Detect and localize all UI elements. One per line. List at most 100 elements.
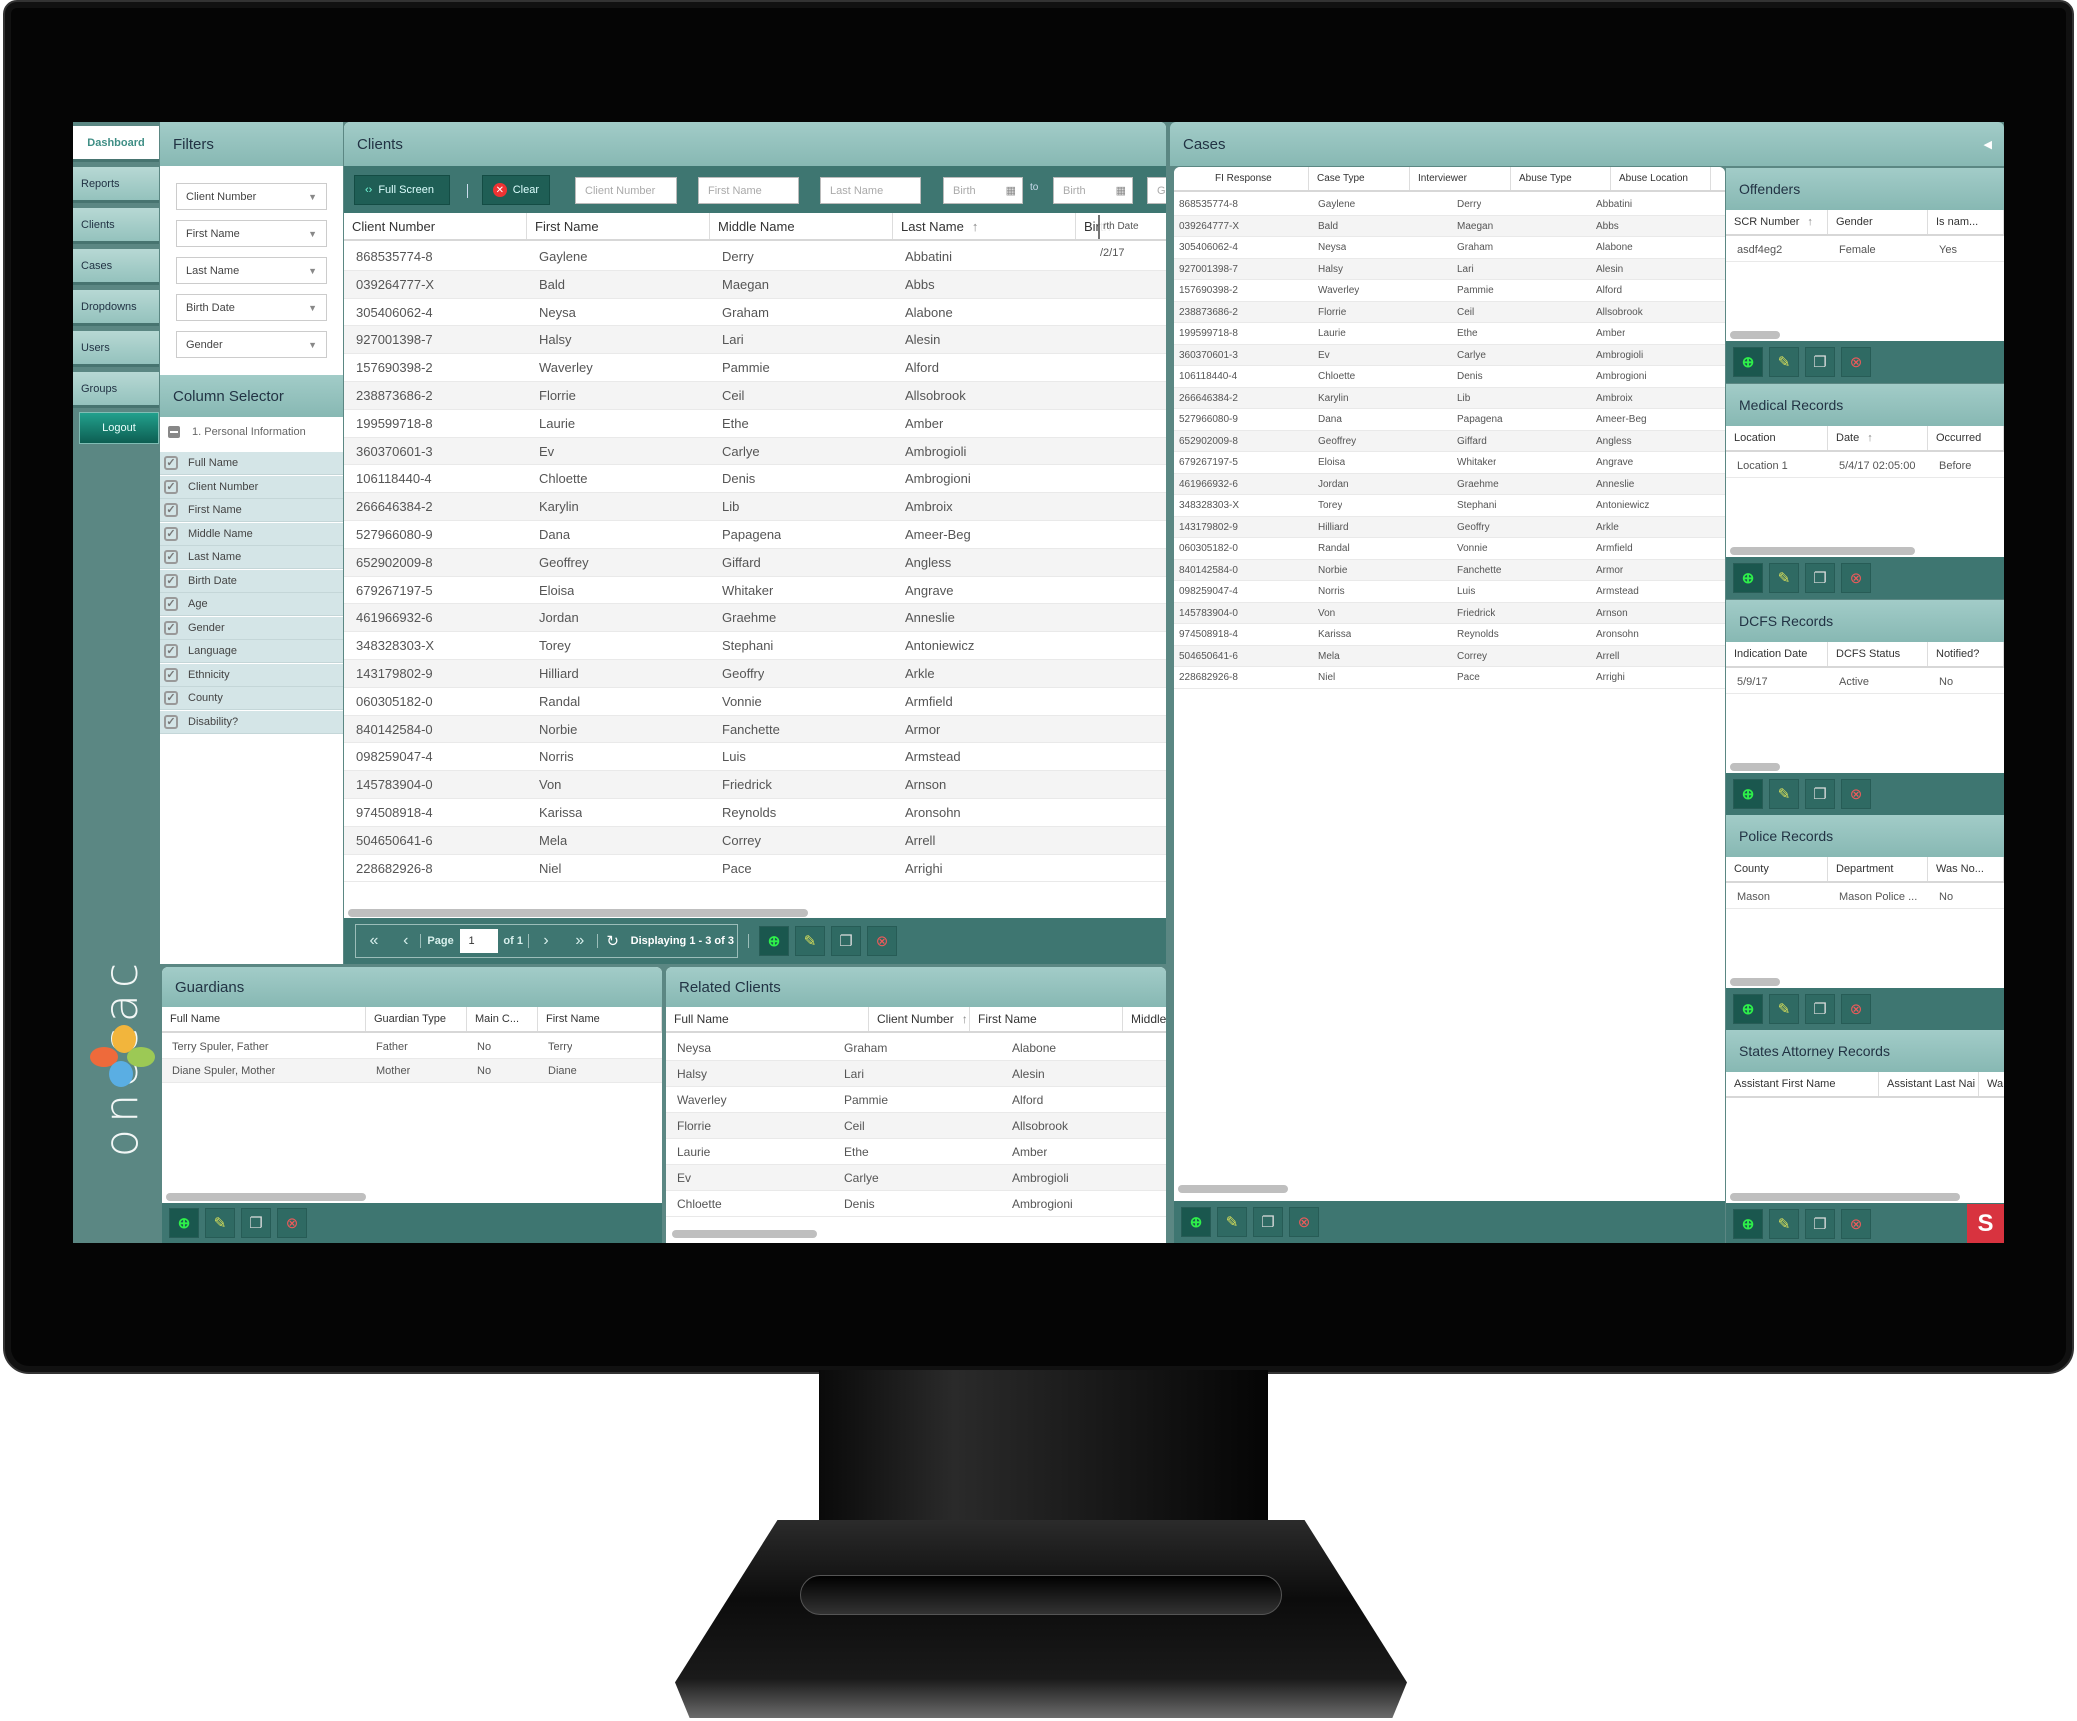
add-button[interactable]: ⊕ xyxy=(759,926,789,956)
edit-button[interactable]: ✎ xyxy=(1769,563,1799,593)
edit-button[interactable]: ✎ xyxy=(1769,1209,1799,1239)
related-clients-scrollbar[interactable] xyxy=(672,1230,817,1238)
column-header-first-name[interactable]: First Name xyxy=(538,1007,662,1031)
table-row[interactable]: 199599718-8 Laurie Ethe Amber xyxy=(1174,323,1725,345)
table-row[interactable]: asdf4eg2 Female Yes xyxy=(1726,238,2004,262)
edit-button[interactable]: ✎ xyxy=(1769,347,1799,377)
table-row[interactable]: 840142584-0 Norbie Fanchette Armor xyxy=(344,715,1166,744)
table-row[interactable]: 652902009-8 Geoffrey Giffard Angless xyxy=(344,548,1166,577)
filter-dropdown-birth-date[interactable]: Birth Date ▼ xyxy=(176,294,327,321)
column-header-dcfs-status[interactable]: DCFS Status xyxy=(1828,642,1928,666)
table-row[interactable]: 927001398-7 Halsy Lari Alesin xyxy=(1174,258,1725,280)
add-button[interactable]: ⊕ xyxy=(1733,347,1763,377)
nav-item-dropdowns[interactable]: Dropdowns xyxy=(73,290,159,326)
column-header-notified-[interactable]: Notified? xyxy=(1928,642,2004,666)
table-row[interactable]: 305406062-4 Neysa Graham Alabone xyxy=(344,299,1166,327)
delete-button[interactable]: ⊗ xyxy=(867,926,897,956)
table-row[interactable]: 199599718-8 Laurie Ethe Amber xyxy=(344,410,1166,438)
calendar-icon[interactable]: ▦ xyxy=(1006,184,1016,197)
table-row[interactable]: Florrie Ceil Allsobrook xyxy=(666,1113,1166,1139)
column-header-gender[interactable]: Gender xyxy=(1828,210,1928,234)
filter-dropdown-last-name[interactable]: Last Name ▼ xyxy=(176,257,327,284)
nav-item-users[interactable]: Users xyxy=(73,331,159,367)
column-header-county[interactable]: County xyxy=(1726,857,1828,881)
delete-button[interactable]: ⊗ xyxy=(1289,1207,1319,1237)
collapse-arrow-icon[interactable]: ◀ xyxy=(1984,138,1992,151)
column-header-fi-response[interactable]: FI Response xyxy=(1207,167,1309,190)
column-option-ethnicity[interactable]: ✓ Ethnicity xyxy=(160,663,343,687)
checkbox-checked-icon[interactable]: ✓ xyxy=(164,691,178,705)
offenders-scrollbar[interactable] xyxy=(1730,331,1780,339)
table-row[interactable]: Laurie Ethe Amber xyxy=(666,1139,1166,1165)
checkbox-checked-icon[interactable]: ✓ xyxy=(164,573,178,588)
column-header-abuse-type[interactable]: Abuse Type xyxy=(1511,167,1611,190)
column-option-full-name[interactable]: ✓ Full Name xyxy=(160,452,343,475)
copy-button[interactable]: ❐ xyxy=(1805,347,1835,377)
table-row[interactable]: 679267197-5 Eloisa Whitaker Angrave xyxy=(344,577,1166,605)
table-row[interactable]: 145783904-0 Von Friedrick Arnson xyxy=(344,771,1166,799)
column-header-last-name[interactable]: Last Name ↑ xyxy=(893,213,1076,239)
column-header-middle-name[interactable]: Middle Name xyxy=(710,213,893,239)
table-row[interactable]: 927001398-7 Halsy Lari Alesin xyxy=(344,326,1166,355)
checkbox-checked-icon[interactable]: ✓ xyxy=(164,667,178,682)
states-attorney-records-scrollbar[interactable] xyxy=(1730,1193,1960,1201)
column-header-assistant-last-nai[interactable]: Assistant Last Nai xyxy=(1879,1072,1979,1096)
column-header-middle[interactable]: Middle xyxy=(1123,1007,1166,1031)
table-row[interactable]: 652902009-8 Geoffrey Giffard Angless xyxy=(1174,430,1725,452)
copy-button[interactable]: ❐ xyxy=(241,1208,271,1238)
checkbox-checked-icon[interactable]: ✓ xyxy=(164,597,178,611)
table-row[interactable]: 228682926-8 Niel Pace Arrighi xyxy=(1174,667,1725,689)
filter-dropdown-client-number[interactable]: Client Number ▼ xyxy=(176,183,327,210)
table-row[interactable]: 348328303-X Torey Stephani Antoniewicz xyxy=(344,632,1166,660)
prev-page-icon[interactable]: ‹ xyxy=(392,932,420,950)
clients-horizontal-scrollbar[interactable] xyxy=(348,909,808,917)
copy-button[interactable]: ❐ xyxy=(1805,563,1835,593)
table-row[interactable]: 060305182-0 Randal Vonnie Armfield xyxy=(344,688,1166,716)
table-row[interactable]: 974508918-4 Karissa Reynolds Aronsohn xyxy=(344,799,1166,827)
table-row[interactable]: 143179802-9 Hilliard Geoffry Arkle xyxy=(344,660,1166,688)
table-row[interactable]: 098259047-4 Norris Luis Armstead xyxy=(1174,581,1725,603)
column-header-first-name[interactable]: First Name xyxy=(527,213,710,239)
table-row[interactable]: 157690398-2 Waverley Pammie Alford xyxy=(344,354,1166,382)
delete-button[interactable]: ⊗ xyxy=(1841,779,1871,809)
table-row[interactable]: 348328303-X Torey Stephani Antoniewicz xyxy=(1174,495,1725,517)
table-row[interactable]: 527966080-9 Dana Papagena Ameer-Beg xyxy=(1174,409,1725,431)
checkbox-checked-icon[interactable]: ✓ xyxy=(164,550,178,564)
checkbox-checked-icon[interactable]: ✓ xyxy=(164,620,178,635)
table-row[interactable]: Ev Carlye Ambrogioli xyxy=(666,1165,1166,1191)
delete-button[interactable]: ⊗ xyxy=(1841,563,1871,593)
add-button[interactable]: ⊕ xyxy=(169,1208,199,1238)
column-option-client-number[interactable]: ✓ Client Number xyxy=(160,475,343,499)
table-row[interactable]: 228682926-8 Niel Pace Arrighi xyxy=(344,855,1166,883)
column-header-indication-date[interactable]: Indication Date xyxy=(1726,642,1828,666)
last-name-filter-input[interactable]: Last Name xyxy=(820,177,921,204)
cases-scrollbar[interactable] xyxy=(1178,1185,1288,1193)
gender-filter-input[interactable]: G xyxy=(1147,177,1166,204)
column-header-is-nam-[interactable]: Is nam... xyxy=(1928,210,2004,234)
add-button[interactable]: ⊕ xyxy=(1733,994,1763,1024)
table-row[interactable]: 238873686-2 Florrie Ceil Allsobrook xyxy=(344,382,1166,410)
table-row[interactable]: 266646384-2 Karylin Lib Ambroix xyxy=(1174,387,1725,409)
copy-button[interactable]: ❐ xyxy=(1805,994,1835,1024)
guardians-scrollbar[interactable] xyxy=(166,1193,366,1201)
table-row[interactable]: 5/9/17 Active No xyxy=(1726,670,2004,694)
add-button[interactable]: ⊕ xyxy=(1733,1209,1763,1239)
copy-button[interactable]: ❐ xyxy=(1805,1209,1835,1239)
column-header-full-name[interactable]: Full Name xyxy=(666,1007,869,1031)
police-records-scrollbar[interactable] xyxy=(1730,978,1780,986)
column-option-gender[interactable]: ✓ Gender xyxy=(160,616,343,640)
sort-ascending-icon[interactable]: ↑ xyxy=(1807,216,1813,228)
table-row[interactable]: 098259047-4 Norris Luis Armstead xyxy=(344,743,1166,772)
filter-dropdown-first-name[interactable]: First Name ▼ xyxy=(176,220,327,247)
edit-button[interactable]: ✎ xyxy=(795,926,825,956)
table-row[interactable]: Chloette Denis Ambrogioni xyxy=(666,1191,1166,1217)
add-button[interactable]: ⊕ xyxy=(1733,779,1763,809)
column-header-assistant-first-name[interactable]: Assistant First Name xyxy=(1726,1072,1879,1096)
table-row[interactable]: 157690398-2 Waverley Pammie Alford xyxy=(1174,280,1725,302)
table-row[interactable]: 143179802-9 Hilliard Geoffry Arkle xyxy=(1174,516,1725,538)
table-row[interactable]: Location 1 5/4/17 02:05:00 Before xyxy=(1726,454,2004,478)
column-header-date[interactable]: Date ↑ xyxy=(1828,426,1928,450)
sort-ascending-icon[interactable]: ↑ xyxy=(972,219,979,234)
column-header-department[interactable]: Department xyxy=(1828,857,1928,881)
table-row[interactable]: 974508918-4 Karissa Reynolds Aronsohn xyxy=(1174,624,1725,646)
